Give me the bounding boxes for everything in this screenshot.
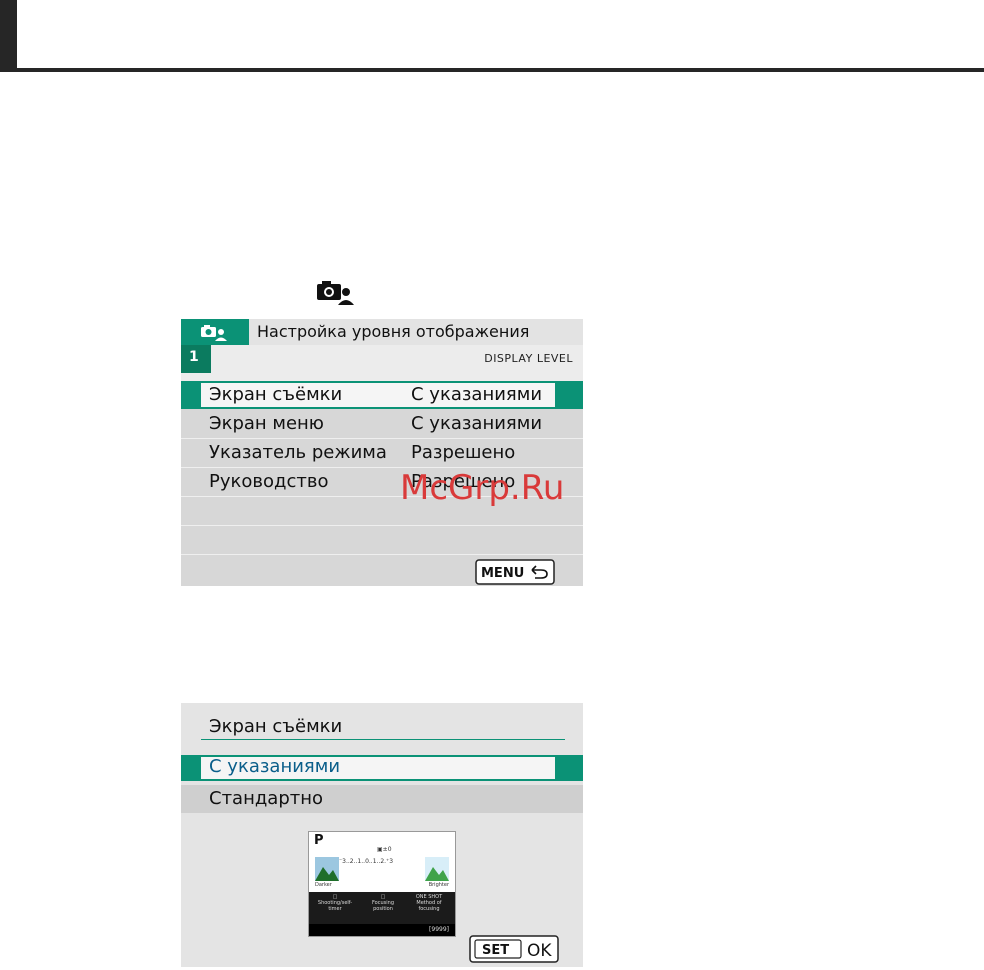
menu-row-mode-guide[interactable]: Указатель режима Разрешено [181, 439, 583, 468]
preview-exposure-scale: ⁻3..2..1..0..1..2.⁺3 [339, 858, 394, 865]
option-label: С указаниями [209, 756, 341, 777]
preview-info-col3: ONE SHOT Method of focusing [415, 894, 443, 912]
darker-landscape-icon [315, 857, 339, 881]
tab-shooting-settings[interactable] [181, 319, 249, 345]
preview-ev-label: ▣±0 [377, 846, 392, 853]
menu-gap [181, 373, 583, 381]
menu-row-empty [181, 526, 583, 555]
row-label: Экран съёмки [209, 384, 343, 405]
shooting-screen-option-screen: Экран съёмки С указаниями Стандартно P ▣… [181, 703, 583, 967]
screen-preview-image: P ▣±0 ⁻3..2..1..0..1..2.⁺3 Darker Bright… [308, 831, 456, 937]
display-level-menu-screen: Настройка уровня отображения 1 DISPLAY L… [181, 319, 583, 586]
set-label: SET [482, 943, 509, 958]
ok-label: OK [527, 941, 552, 961]
brighter-landscape-icon [425, 857, 449, 881]
set-ok-button[interactable]: SET OK [469, 935, 559, 963]
header-rule [0, 68, 984, 72]
menu-row-menu-screen[interactable]: Экран меню С указаниями [181, 410, 583, 439]
page-number-tab[interactable]: 1 [181, 345, 211, 373]
preview-info-col2: □ Focusing position [371, 894, 394, 912]
shooting-settings-icon [317, 281, 354, 305]
preview-brighter-label: Brighter [428, 882, 449, 888]
display-level-label: DISPLAY LEVEL [484, 352, 573, 365]
option-screen-title: Экран съёмки [209, 716, 343, 737]
option-label: Стандартно [209, 788, 324, 809]
preview-shots-remaining: [9999] [429, 926, 449, 933]
header-block [0, 0, 17, 72]
row-value: С указаниями [411, 384, 543, 405]
menu-back-button[interactable]: MENU [475, 559, 555, 585]
menu-title: Настройка уровня отображения [249, 319, 583, 345]
row-label: Экран меню [209, 413, 324, 434]
row-label: Указатель режима [209, 442, 387, 463]
option-standard[interactable]: Стандартно [181, 785, 583, 813]
row-value: С указаниями [411, 413, 543, 434]
camera-person-icon [201, 325, 227, 341]
page-number: 1 [189, 349, 199, 365]
preview-info-col1: □ Shooting/self-timer [317, 894, 353, 912]
row-label: Руководство [209, 471, 329, 492]
menu-button-label: MENU [481, 566, 524, 581]
menu-row-shooting-screen[interactable]: Экран съёмки С указаниями [181, 381, 583, 409]
title-rule [201, 739, 565, 740]
option-guided[interactable]: С указаниями [181, 755, 583, 781]
preview-darker-label: Darker [315, 882, 332, 888]
row-value: Разрешено [411, 442, 516, 463]
preview-mode: P [314, 833, 324, 848]
watermark: McGrp.Ru [400, 468, 565, 508]
